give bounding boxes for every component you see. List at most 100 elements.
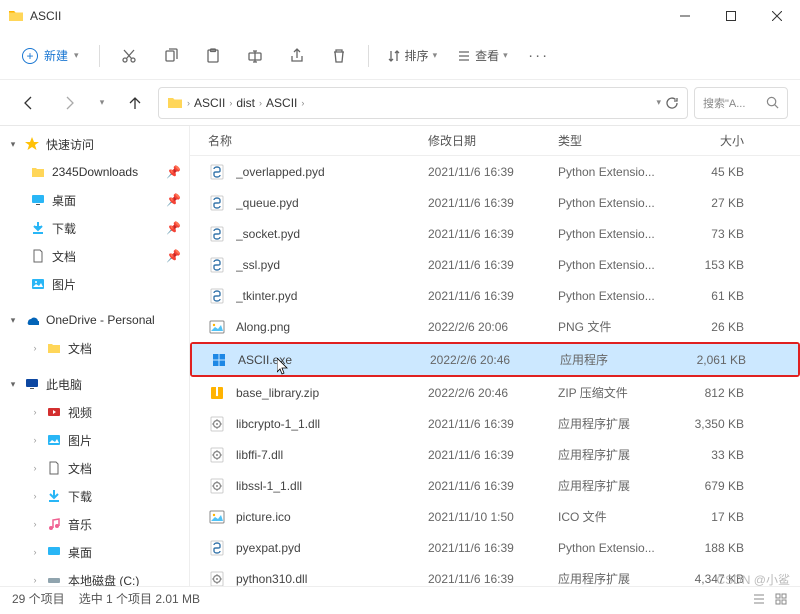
cut-button[interactable]: [110, 38, 148, 74]
file-type: Python Extensio...: [558, 258, 676, 272]
file-row[interactable]: python310.dll2021/11/6 16:39应用程序扩展4,347 …: [190, 563, 800, 586]
sidebar-item-pc-pics[interactable]: ›图片: [0, 426, 189, 454]
address-bar[interactable]: › ASCII › dist › ASCII › ▾: [158, 87, 688, 119]
file-type: Python Extensio...: [558, 227, 676, 241]
sidebar-item-pc-dl[interactable]: ›下载: [0, 482, 189, 510]
back-button[interactable]: [12, 86, 46, 120]
file-size: 17 KB: [676, 510, 754, 524]
file-row[interactable]: Along.png2022/2/6 20:06PNG 文件26 KB: [190, 311, 800, 342]
maximize-button[interactable]: [708, 0, 754, 32]
sidebar-item-downloads[interactable]: 2345Downloads📌: [0, 158, 189, 186]
large-icons-view[interactable]: [774, 592, 788, 606]
rename-button[interactable]: [236, 38, 274, 74]
close-button[interactable]: [754, 0, 800, 32]
file-type: ICO 文件: [558, 508, 676, 525]
forward-button[interactable]: [52, 86, 86, 120]
file-size: 3,350 KB: [676, 417, 754, 431]
file-row[interactable]: _queue.pyd2021/11/6 16:39Python Extensio…: [190, 187, 800, 218]
sidebar-item-downloads2[interactable]: 下载📌: [0, 214, 189, 242]
minimize-button[interactable]: [662, 0, 708, 32]
recent-chevron[interactable]: ▾: [92, 86, 112, 120]
refresh-button[interactable]: [665, 96, 679, 110]
file-size: 33 KB: [676, 448, 754, 462]
details-view-icon[interactable]: [752, 592, 766, 606]
file-date: 2021/11/6 16:39: [428, 417, 558, 431]
column-name[interactable]: 名称: [208, 132, 428, 149]
file-date: 2021/11/6 16:39: [428, 289, 558, 303]
file-type: 应用程序扩展: [558, 415, 676, 432]
file-date: 2022/2/6 20:46: [430, 353, 560, 367]
file-size: 2,061 KB: [678, 353, 756, 367]
pin-icon: 📌: [166, 165, 181, 179]
file-type: Python Extensio...: [558, 196, 676, 210]
file-size: 61 KB: [676, 289, 754, 303]
pin-icon: 📌: [166, 193, 181, 207]
file-type: 应用程序扩展: [558, 477, 676, 494]
column-size[interactable]: 大小: [676, 132, 754, 149]
file-date: 2021/11/10 1:50: [428, 510, 558, 524]
file-size: 26 KB: [676, 320, 754, 334]
share-button[interactable]: [278, 38, 316, 74]
status-count: 29 个项目: [12, 590, 65, 607]
breadcrumb-item[interactable]: ASCII ›: [194, 96, 232, 110]
file-row[interactable]: libcrypto-1_1.dll2021/11/6 16:39应用程序扩展3,…: [190, 408, 800, 439]
window-title: ASCII: [30, 9, 662, 23]
sort-button[interactable]: 排序 ▾: [379, 41, 446, 70]
watermark: CSDN @小鲨: [716, 571, 790, 588]
breadcrumb-item[interactable]: dist ›: [236, 96, 262, 110]
file-name: Along.png: [236, 320, 428, 334]
file-date: 2022/2/6 20:06: [428, 320, 558, 334]
file-name: pyexpat.pyd: [236, 541, 428, 555]
file-icon: [208, 194, 226, 212]
column-date[interactable]: 修改日期: [428, 132, 558, 149]
file-row[interactable]: picture.ico2021/11/10 1:50ICO 文件17 KB: [190, 501, 800, 532]
dropdown-icon[interactable]: ▾: [656, 97, 661, 108]
file-size: 812 KB: [676, 386, 754, 400]
sidebar-quick-access[interactable]: ▾快速访问: [0, 130, 189, 158]
sidebar-item-music[interactable]: ›音乐: [0, 510, 189, 538]
file-type: 应用程序扩展: [558, 446, 676, 463]
status-selected: 选中 1 个项目 2.01 MB: [79, 590, 200, 607]
more-button[interactable]: ···: [520, 38, 558, 74]
separator: [99, 45, 100, 67]
sidebar-item-od-docs[interactable]: ›文档: [0, 334, 189, 362]
file-date: 2021/11/6 16:39: [428, 448, 558, 462]
sidebar-item-pc-desktop[interactable]: ›桌面: [0, 538, 189, 566]
search-input[interactable]: 搜索"A...: [694, 87, 788, 119]
file-type: Python Extensio...: [558, 289, 676, 303]
sidebar-item-pc-docs[interactable]: ›文档: [0, 454, 189, 482]
sidebar-item-disk-c[interactable]: ›本地磁盘 (C:): [0, 566, 189, 586]
file-name: ASCII.exe: [238, 353, 430, 367]
file-row[interactable]: _tkinter.pyd2021/11/6 16:39Python Extens…: [190, 280, 800, 311]
file-row[interactable]: libffi-7.dll2021/11/6 16:39应用程序扩展33 KB: [190, 439, 800, 470]
copy-button[interactable]: [152, 38, 190, 74]
breadcrumb-item[interactable]: ASCII ›: [266, 96, 304, 110]
sidebar-item-pictures[interactable]: 图片: [0, 270, 189, 298]
file-icon: [208, 256, 226, 274]
file-row[interactable]: _socket.pyd2021/11/6 16:39Python Extensi…: [190, 218, 800, 249]
file-icon: [208, 384, 226, 402]
file-type: 应用程序: [560, 351, 678, 368]
file-row[interactable]: base_library.zip2022/2/6 20:46ZIP 压缩文件81…: [190, 377, 800, 408]
sidebar-thispc[interactable]: ▾此电脑: [0, 370, 189, 398]
file-row[interactable]: _ssl.pyd2021/11/6 16:39Python Extensio..…: [190, 249, 800, 280]
sidebar-item-desktop[interactable]: 桌面📌: [0, 186, 189, 214]
new-button[interactable]: + 新建 ▾: [12, 41, 89, 70]
file-name: libffi-7.dll: [236, 448, 428, 462]
sidebar-item-documents[interactable]: 文档📌: [0, 242, 189, 270]
up-button[interactable]: [118, 86, 152, 120]
file-row[interactable]: libssl-1_1.dll2021/11/6 16:39应用程序扩展679 K…: [190, 470, 800, 501]
file-row[interactable]: _overlapped.pyd2021/11/6 16:39Python Ext…: [190, 156, 800, 187]
file-type: PNG 文件: [558, 318, 676, 335]
file-name: _ssl.pyd: [236, 258, 428, 272]
view-button[interactable]: 查看 ▾: [449, 41, 516, 70]
column-type[interactable]: 类型: [558, 132, 676, 149]
file-name: picture.ico: [236, 510, 428, 524]
sidebar-onedrive[interactable]: ▾OneDrive - Personal: [0, 306, 189, 334]
file-date: 2021/11/6 16:39: [428, 541, 558, 555]
file-row[interactable]: pyexpat.pyd2021/11/6 16:39Python Extensi…: [190, 532, 800, 563]
file-name: _queue.pyd: [236, 196, 428, 210]
sidebar-item-videos[interactable]: ›视频: [0, 398, 189, 426]
paste-button[interactable]: [194, 38, 232, 74]
delete-button[interactable]: [320, 38, 358, 74]
